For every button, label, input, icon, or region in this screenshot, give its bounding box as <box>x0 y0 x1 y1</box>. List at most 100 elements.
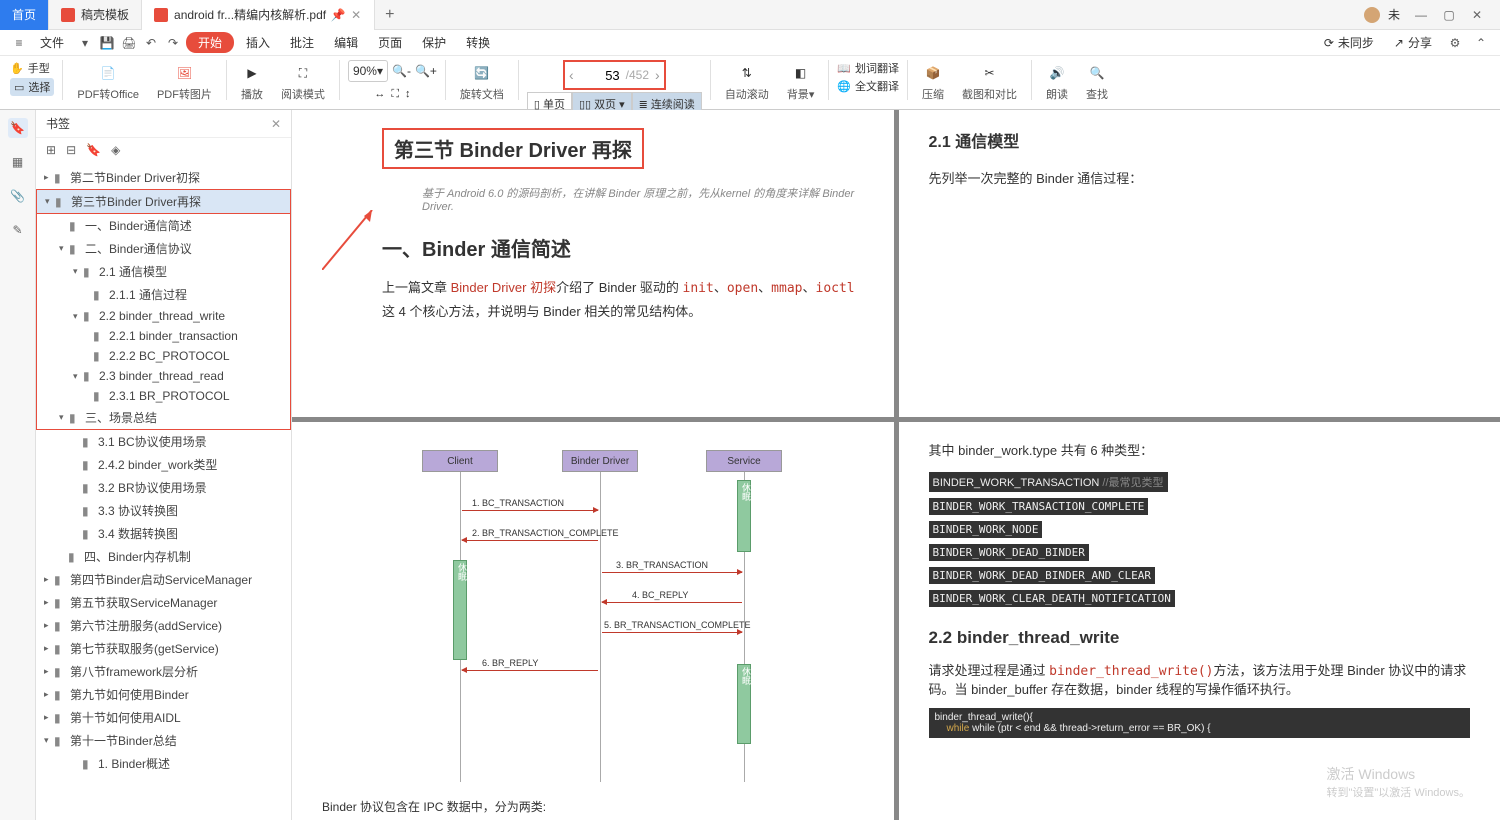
bm-nav-icon[interactable]: ◈ <box>111 143 120 157</box>
min-icon[interactable]: — <box>1408 5 1434 25</box>
settings-icon[interactable]: ⚙ <box>1446 34 1464 52</box>
doc-h3: 2.1 通信模型 <box>929 128 1471 152</box>
bookmark-item[interactable]: ▾▮第十一节Binder总结 <box>36 729 291 752</box>
tab-add[interactable]: + <box>375 0 404 30</box>
next-page-icon[interactable]: › <box>655 67 660 83</box>
tool-compress[interactable]: 📦压缩 <box>916 60 950 104</box>
zoom-select[interactable]: 90% ▾ <box>348 60 388 82</box>
tool-play[interactable]: ▶播放 <box>235 60 269 104</box>
bookmark-item[interactable]: ▸▮第十节如何使用AIDL <box>36 706 291 729</box>
redo-icon[interactable]: ↷ <box>164 34 182 52</box>
bookmark-item[interactable]: ▮2.3.1 BR_PROTOCOL <box>37 386 290 406</box>
bookmark-item[interactable]: ▮2.4.2 binder_work类型 <box>36 453 291 476</box>
bookmark-item[interactable]: ▸▮第八节framework层分析 <box>36 660 291 683</box>
tool-read[interactable]: 🔊朗读 <box>1040 60 1074 104</box>
menu-page[interactable]: 页面 <box>370 32 410 53</box>
tool-find[interactable]: 🔍查找 <box>1080 60 1114 104</box>
bookmark-item[interactable]: ▮1. Binder概述 <box>36 752 291 775</box>
page-navigator: ‹ /452 › <box>563 60 666 90</box>
menu-convert[interactable]: 转换 <box>458 32 498 53</box>
bookmark-item[interactable]: ▮一、Binder通信简述 <box>37 214 290 237</box>
bm-expand-icon[interactable]: ⊞ <box>46 143 56 157</box>
attachment-panel-icon[interactable]: 📎 <box>8 186 28 206</box>
sync-status[interactable]: ⟳ 未同步 <box>1318 32 1380 53</box>
bookmark-item[interactable]: ▸▮第四节Binder启动ServiceManager <box>36 568 291 591</box>
page-input[interactable] <box>580 68 620 83</box>
bookmark-item[interactable]: ▮3.3 协议转换图 <box>36 499 291 522</box>
bookmark-item[interactable]: ▾▮第三节Binder Driver再探 <box>37 190 290 213</box>
menu-protect[interactable]: 保护 <box>414 32 454 53</box>
bookmark-item[interactable]: ▾▮2.1 通信模型 <box>37 260 290 283</box>
bm-collapse-icon[interactable]: ⊟ <box>66 143 76 157</box>
bookmark-item[interactable]: ▮2.2.2 BC_PROTOCOL <box>37 346 290 366</box>
menu-insert[interactable]: 插入 <box>238 32 278 53</box>
windows-watermark: 激活 Windows 转到"设置"以激活 Windows。 <box>1327 764 1471 800</box>
user-name[interactable]: 未 <box>1388 6 1400 23</box>
chevron-down-icon[interactable]: ▾ <box>76 34 94 52</box>
zoom-in-icon[interactable]: 🔍+ <box>415 64 437 78</box>
tool-readmode[interactable]: ⛶阅读模式 <box>275 60 331 104</box>
menu-file[interactable]: 文件 <box>32 32 72 53</box>
tool-pdf2pic[interactable]: 🖼PDF转图片 <box>151 60 218 104</box>
code-line: BINDER_WORK_TRANSACTION_COMPLETE <box>929 498 1149 515</box>
tool-autoscroll[interactable]: ⇅自动滚动 <box>719 60 775 104</box>
doc-paragraph: 请求处理过程是通过 binder_thread_write()方法，该方法用于处… <box>929 660 1471 698</box>
menu-annotate[interactable]: 批注 <box>282 32 322 53</box>
menu-icon[interactable]: ≡ <box>10 34 28 52</box>
fit-page-icon[interactable]: ⛶ <box>391 88 399 101</box>
tool-fulltrans[interactable]: 🌐 全文翻译 <box>837 78 899 94</box>
pdf-page: 其中 binder_work.type 共有 6 种类型： BINDER_WOR… <box>899 422 1500 820</box>
doc-subtitle: 基于 Android 6.0 的源码剖析，在讲解 Binder 原理之前，先从k… <box>422 185 864 213</box>
undo-icon[interactable]: ↶ <box>142 34 160 52</box>
avatar[interactable] <box>1364 7 1380 23</box>
bookmark-item[interactable]: ▸▮第六节注册服务(addService) <box>36 614 291 637</box>
share-button[interactable]: ↗ 分享 <box>1388 32 1438 53</box>
menu-edit[interactable]: 编辑 <box>326 32 366 53</box>
actor-driver: Binder Driver <box>562 450 638 472</box>
bookmark-item[interactable]: ▮四、Binder内存机制 <box>36 545 291 568</box>
document-view[interactable]: 第三节 Binder Driver 再探 基于 Android 6.0 的源码剖… <box>292 110 1500 820</box>
bookmark-item[interactable]: ▮2.1.1 通信过程 <box>37 283 290 306</box>
bookmark-item[interactable]: ▸▮第九节如何使用Binder <box>36 683 291 706</box>
bm-add-icon[interactable]: 🔖 <box>86 143 101 157</box>
tab-template[interactable]: 稿壳模板 <box>49 0 142 30</box>
save-icon[interactable]: 💾 <box>98 34 116 52</box>
bookmark-item[interactable]: ▮2.2.1 binder_transaction <box>37 326 290 346</box>
prev-page-icon[interactable]: ‹ <box>569 67 574 83</box>
signature-panel-icon[interactable]: ✎ <box>8 220 28 240</box>
bookmark-item[interactable]: ▮3.2 BR协议使用场景 <box>36 476 291 499</box>
tool-background[interactable]: ◧背景▾ <box>781 60 821 104</box>
tool-select[interactable]: ▭ 选择 <box>10 78 54 96</box>
bookmark-item[interactable]: ▸▮第七节获取服务(getService) <box>36 637 291 660</box>
max-icon[interactable]: ▢ <box>1436 5 1462 25</box>
bookmarks-close-icon[interactable]: ✕ <box>271 117 281 131</box>
bookmark-item[interactable]: ▸▮第二节Binder Driver初探 <box>36 166 291 189</box>
tab-close-icon[interactable]: ✕ <box>350 9 362 21</box>
tab-pin-icon[interactable]: 📌 <box>332 9 344 21</box>
bookmark-item[interactable]: ▮3.4 数据转换图 <box>36 522 291 545</box>
bookmark-item[interactable]: ▾▮三、场景总结 <box>37 406 290 429</box>
fit-height-icon[interactable]: ↕ <box>405 88 411 101</box>
tool-wordtrans[interactable]: 📖 划词翻译 <box>837 60 899 76</box>
zoom-out-icon[interactable]: 🔍- <box>392 64 411 78</box>
bookmark-item[interactable]: ▸▮第五节获取ServiceManager <box>36 591 291 614</box>
close-icon[interactable]: ✕ <box>1464 5 1490 25</box>
bookmark-item[interactable]: ▾▮2.3 binder_thread_read <box>37 366 290 386</box>
tab-home[interactable]: 首页 <box>0 0 49 30</box>
tool-rotate[interactable]: 🔄旋转文档 <box>454 60 510 104</box>
fit-width-icon[interactable]: ↔ <box>374 88 385 101</box>
menubar: ≡ 文件 ▾ 💾 🖨 ↶ ↷ 开始 插入 批注 编辑 页面 保护 转换 ⟳ 未同… <box>0 30 1500 56</box>
tool-hand[interactable]: ✋ 手型 <box>10 60 54 76</box>
bookmark-item[interactable]: ▾▮2.2 binder_thread_write <box>37 306 290 326</box>
tool-pdf2office[interactable]: 📄PDF转Office <box>71 60 145 104</box>
thumbnail-panel-icon[interactable]: ▦ <box>8 152 28 172</box>
bookmarks-tree[interactable]: ▸▮第二节Binder Driver初探 ▾▮第三节Binder Driver再… <box>36 162 291 820</box>
bookmark-panel-icon[interactable]: 🔖 <box>8 118 28 138</box>
collapse-icon[interactable]: ⌃ <box>1472 34 1490 52</box>
tab-pdf[interactable]: android fr...精编内核解析.pdf📌✕ <box>142 0 375 30</box>
bookmark-item[interactable]: ▾▮二、Binder通信协议 <box>37 237 290 260</box>
menu-start[interactable]: 开始 <box>186 32 234 53</box>
print-icon[interactable]: 🖨 <box>120 34 138 52</box>
tool-screenshot[interactable]: ✂截图和对比 <box>956 60 1023 104</box>
bookmark-item[interactable]: ▮3.1 BC协议使用场景 <box>36 430 291 453</box>
